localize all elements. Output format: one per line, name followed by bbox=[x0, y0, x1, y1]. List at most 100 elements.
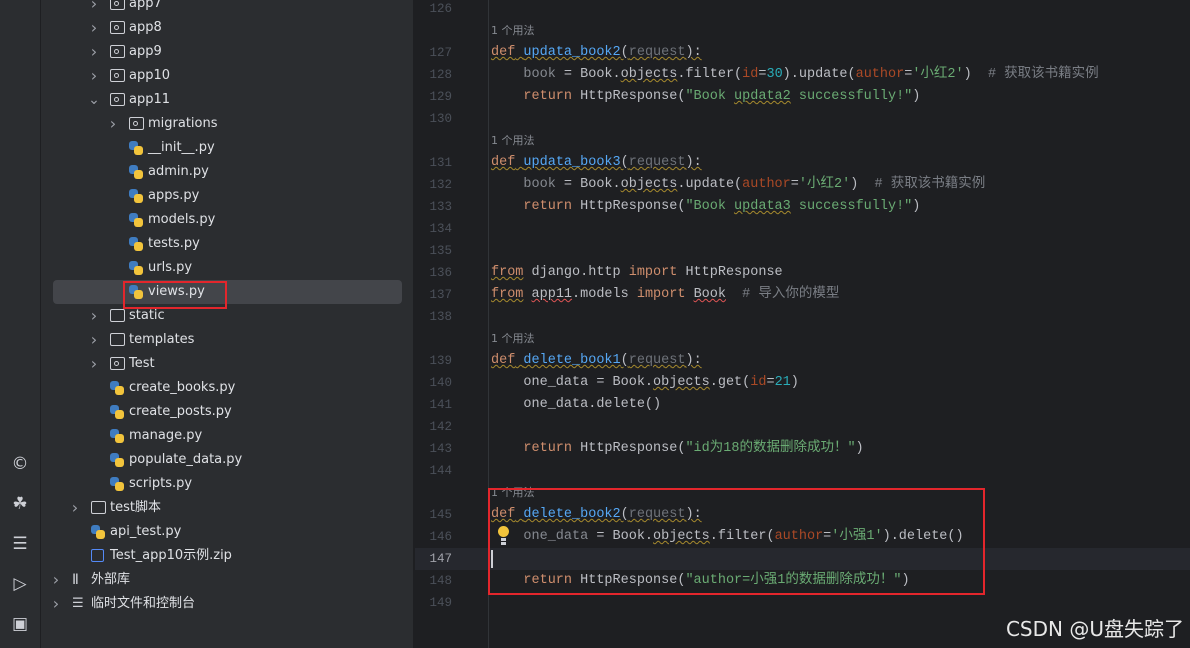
tree-item[interactable]: admin.py bbox=[41, 160, 414, 184]
code-text: return HttpResponse("Book updata2 succes… bbox=[491, 86, 920, 108]
chevron-right-icon[interactable]: › bbox=[50, 568, 62, 592]
code-token: # 获取该书籍实例 bbox=[874, 177, 986, 192]
tree-item[interactable]: › ☰ 临时文件和控制台 bbox=[41, 592, 414, 616]
chevron-right-icon[interactable]: › bbox=[88, 40, 100, 64]
tree-item[interactable]: › app9 bbox=[41, 40, 414, 64]
code-token: Book bbox=[693, 287, 726, 302]
python-file-icon bbox=[110, 453, 124, 467]
code-token: ) bbox=[850, 177, 875, 192]
tree-item-label: Test bbox=[129, 356, 155, 371]
code-token: = Book. bbox=[555, 177, 621, 192]
tree-item-label: app9 bbox=[129, 44, 162, 59]
code-token: one_data = Book. bbox=[491, 375, 654, 390]
tree-item[interactable]: ⌄ app11 bbox=[41, 88, 414, 112]
chevron-right-icon[interactable]: › bbox=[88, 304, 100, 328]
chevron-right-icon[interactable]: › bbox=[50, 592, 62, 616]
code-token: from bbox=[491, 265, 524, 280]
tree-item[interactable]: apps.py bbox=[41, 184, 414, 208]
code-line: 142 bbox=[415, 416, 1190, 438]
code-line: 127 def updata_book2(request): bbox=[415, 42, 1190, 64]
code-line: 139 def delete_book1(request): bbox=[415, 350, 1190, 372]
code-token: successfully!" bbox=[790, 89, 913, 104]
line-number: 134 bbox=[429, 222, 452, 236]
tree-item[interactable]: › templates bbox=[41, 328, 414, 352]
code-token: ( bbox=[620, 45, 629, 60]
zip-file-icon bbox=[91, 549, 104, 562]
code-token: objects bbox=[653, 375, 710, 390]
chevron-right-icon[interactable]: › bbox=[88, 0, 100, 16]
usage-hint[interactable]: 1 个用法 bbox=[491, 328, 535, 350]
tree-item[interactable]: populate_data.py bbox=[41, 448, 414, 472]
tree-item-label: populate_data.py bbox=[129, 452, 243, 467]
chevron-right-icon[interactable]: › bbox=[88, 64, 100, 88]
services-run-icon[interactable]: ▷ bbox=[8, 572, 32, 596]
code-token: '小红2' bbox=[798, 177, 851, 192]
code-token: request bbox=[628, 45, 686, 60]
tree-item[interactable]: create_posts.py bbox=[41, 400, 414, 424]
layers-icon[interactable]: ☰ bbox=[8, 532, 32, 556]
tree-item[interactable]: __init__.py bbox=[41, 136, 414, 160]
usage-hint-row: 1 个用法 bbox=[415, 20, 1190, 42]
tree-item[interactable]: models.py bbox=[41, 208, 414, 232]
package-folder-icon bbox=[110, 93, 125, 106]
code-token: ): bbox=[685, 45, 702, 60]
tree-item-label: test脚本 bbox=[110, 500, 161, 515]
tree-item-label: 临时文件和控制台 bbox=[91, 596, 196, 611]
chevron-right-icon[interactable]: › bbox=[88, 16, 100, 40]
tree-item[interactable]: › Test bbox=[41, 352, 414, 376]
watermark: CSDN @U盘失踪了 bbox=[1005, 617, 1184, 641]
code-token: # 导入你的模型 bbox=[742, 287, 840, 302]
usage-hint[interactable]: 1 个用法 bbox=[491, 130, 535, 152]
usage-hint[interactable]: 1 个用法 bbox=[491, 20, 535, 42]
code-token: ) bbox=[790, 375, 799, 390]
python-file-icon bbox=[129, 189, 143, 203]
code-text: one_data.delete() bbox=[491, 394, 661, 416]
tree-item[interactable]: urls.py bbox=[41, 256, 414, 280]
tree-item[interactable]: › Ⅱ 外部库 bbox=[41, 568, 414, 592]
chevron-right-icon[interactable]: › bbox=[107, 112, 119, 136]
tree-item[interactable]: Test_app10示例.zip bbox=[41, 544, 414, 568]
tree-item[interactable]: views.py bbox=[53, 280, 402, 304]
tree-item[interactable]: › app10 bbox=[41, 64, 414, 88]
tree-item-label: manage.py bbox=[129, 428, 203, 443]
chevron-right-icon[interactable]: › bbox=[69, 496, 81, 520]
tree-item[interactable]: › test脚本 bbox=[41, 496, 414, 520]
python-file-icon bbox=[129, 213, 143, 227]
code-token: request bbox=[628, 353, 686, 368]
highlight-box-delete-book2 bbox=[488, 488, 985, 595]
tree-item[interactable]: › migrations bbox=[41, 112, 414, 136]
ai-assistant-icon[interactable]: © bbox=[8, 452, 32, 476]
chevron-right-icon[interactable]: › bbox=[88, 352, 100, 376]
tree-item[interactable]: api_test.py bbox=[41, 520, 414, 544]
line-number: 135 bbox=[429, 244, 452, 258]
library-icon: Ⅱ bbox=[72, 572, 79, 588]
tree-item[interactable]: tests.py bbox=[41, 232, 414, 256]
folder-icon bbox=[91, 501, 106, 514]
chevron-right-icon[interactable]: › bbox=[88, 328, 100, 352]
tree-item[interactable]: › app7 bbox=[41, 0, 414, 16]
tree-item[interactable]: create_books.py bbox=[41, 376, 414, 400]
python-console-icon[interactable]: ☘ bbox=[8, 492, 32, 516]
line-number: 136 bbox=[429, 266, 452, 280]
tree-item-label: urls.py bbox=[148, 260, 193, 275]
tree-item-label: app11 bbox=[129, 92, 171, 107]
tree-item[interactable]: scripts.py bbox=[41, 472, 414, 496]
chevron-down-icon[interactable]: ⌄ bbox=[88, 88, 100, 112]
code-token: updata2 bbox=[734, 89, 791, 104]
tree-item-label: create_posts.py bbox=[129, 404, 232, 419]
tree-item[interactable]: › app8 bbox=[41, 16, 414, 40]
code-token: HttpResponse( bbox=[572, 441, 686, 456]
terminal-icon[interactable]: ▣ bbox=[8, 612, 32, 636]
code-line: 143 return HttpResponse("id为18的数据删除成功！") bbox=[415, 438, 1190, 460]
code-token: return bbox=[523, 89, 573, 104]
tree-item[interactable]: manage.py bbox=[41, 424, 414, 448]
code-text: def delete_book1(request): bbox=[491, 350, 702, 372]
package-folder-icon bbox=[110, 69, 125, 82]
tree-item[interactable]: › static bbox=[41, 304, 414, 328]
code-token: updata_book3 bbox=[523, 155, 621, 170]
code-token: objects bbox=[620, 177, 678, 192]
tree-item-label: apps.py bbox=[148, 188, 200, 203]
code-token: author bbox=[742, 177, 791, 192]
activity-bar: © ☘ ☰ ▷ ▣ bbox=[0, 0, 41, 648]
